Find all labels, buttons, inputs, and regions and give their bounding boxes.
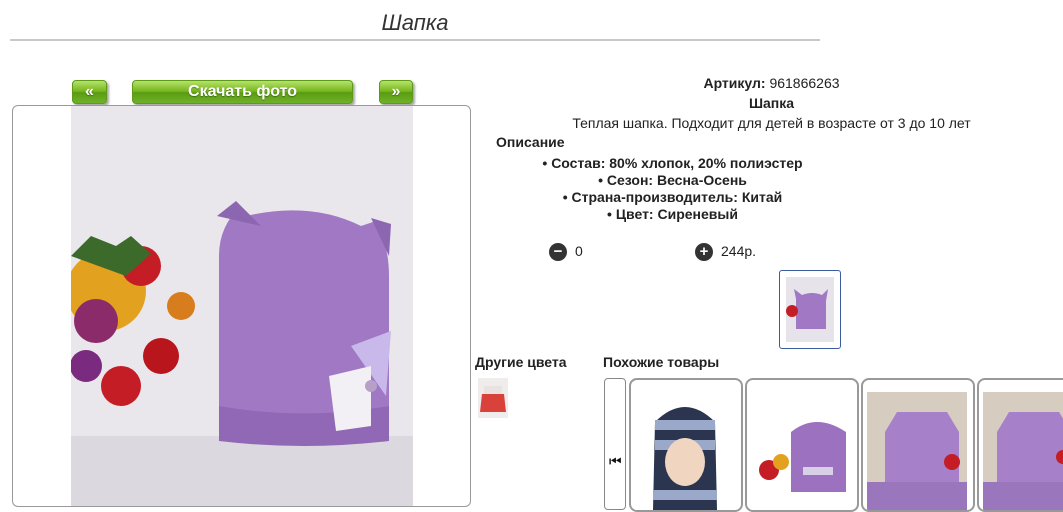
article-line: Артикул: 961866263 <box>480 75 1063 91</box>
plus-circle-icon[interactable]: + <box>695 243 713 262</box>
price-row: +244р. <box>695 241 757 262</box>
similar-product-image <box>983 392 1063 510</box>
similar-carousel-nav: ⏮ <box>604 378 626 510</box>
attribute-item: • Цвет: Сиреневый <box>607 206 738 222</box>
attribute-item: • Состав: 80% хлопок, 20% полиэстер <box>542 155 803 171</box>
quantity-value: 0 <box>575 243 583 259</box>
attribute-list: • Состав: 80% хлопок, 20% полиэстер • Се… <box>480 155 865 223</box>
skip-previous-icon[interactable]: ⏮ <box>609 453 622 470</box>
other-colors-heading: Другие цвета <box>475 354 567 370</box>
similar-product-card[interactable] <box>745 378 859 512</box>
similar-product-card[interactable] <box>977 378 1063 512</box>
description-heading: Описание <box>496 134 565 150</box>
similar-products-heading: Похожие товары <box>603 354 720 370</box>
article-value: 961866263 <box>769 75 840 91</box>
similar-product-image <box>867 392 967 510</box>
product-short-description: Теплая шапка. Подходит для детей в возра… <box>572 115 971 131</box>
quantity-stepper: −0 <box>549 241 583 262</box>
next-photo-button[interactable]: » <box>379 80 413 104</box>
page-title: Шапка <box>10 8 820 41</box>
product-photo[interactable] <box>71 106 413 506</box>
article-label: Артикул: <box>703 75 766 91</box>
download-photo-button[interactable]: Скачать фото <box>132 80 353 104</box>
color-variant-image <box>478 378 508 418</box>
prev-photo-button[interactable]: « <box>72 80 107 104</box>
product-photo-frame <box>12 105 471 507</box>
similar-product-card[interactable] <box>629 378 743 512</box>
price-value: 244р. <box>721 243 757 259</box>
color-variant-thumbnail[interactable] <box>478 378 508 418</box>
thumbnail-image <box>786 277 834 342</box>
attribute-item: • Страна-производитель: Китай <box>562 189 783 205</box>
similar-product-card[interactable] <box>861 378 975 512</box>
selected-photo-thumbnail[interactable] <box>779 270 841 349</box>
attribute-item: • Сезон: Весна-Осень <box>598 172 747 188</box>
minus-circle-icon[interactable]: − <box>549 243 567 262</box>
similar-product-image <box>635 392 735 510</box>
product-name: Шапка <box>748 95 795 111</box>
similar-product-image <box>751 392 851 510</box>
